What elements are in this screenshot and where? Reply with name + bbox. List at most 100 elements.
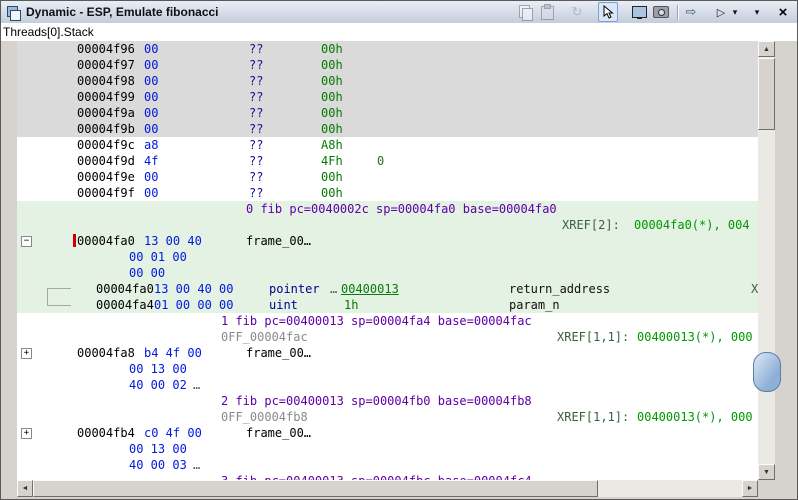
listing-row[interactable]: 00004fa013 00 40 00pointer…00400013retur… [17,281,758,297]
xref-label: XREF[1,1]: [557,329,629,345]
address-link[interactable]: 00400013 [341,281,399,297]
field-name: return_address [509,281,610,297]
bytes: 00 13 00 [129,441,187,457]
expand-toggle[interactable]: + [21,348,32,359]
listing-row[interactable]: 0FF_00004fac XREF[1,1]: 00400013(*), 000 [17,329,758,345]
ellipsis: … [330,281,337,297]
frame-comment: 0 fib pc=0040002c sp=00004fa0 base=00004… [246,201,557,217]
listing-row[interactable]: 00 01 00 [17,249,758,265]
bytes: a8 [144,137,158,153]
listing-row[interactable]: 00004f9700??00h [17,57,758,73]
address: 00004f98 [77,73,135,89]
listing-row[interactable]: 40 00 03… [17,457,758,473]
listing-row[interactable]: +00004fb4c0 4f 00frame_00… [17,425,758,441]
tree-line [47,288,48,306]
panel-menu-caret-icon[interactable]: ▾ [752,3,762,21]
listing-row[interactable]: 00004f9f00??00h [17,185,758,201]
undefined-marker: ?? [249,185,263,201]
xref-address: 00400013(*), 000 [637,329,753,345]
scroll-up-icon[interactable]: ▲ [758,41,775,57]
structure-label: frame_00… [246,233,311,249]
expand-toggle[interactable]: + [21,428,32,439]
run-icon[interactable]: ▷ [712,3,730,21]
address: 00004f97 [77,57,135,73]
listing-row[interactable]: 00004f9600??00h [17,41,758,57]
address: 00004f9e [77,169,135,185]
address: 00004f96 [77,41,135,57]
listing-row[interactable]: XREF[2]:00004fa0(*), 004 [17,217,758,233]
listing-row[interactable]: 0FF_00004fb8XREF[1,1]:00400013(*), 000 [17,409,758,425]
scrollbar-corner [758,480,775,497]
horizontal-scrollbar-thumb[interactable] [33,480,598,497]
listing-row[interactable]: 00004f9ca8??A8h [17,137,758,153]
listing-row[interactable]: 00004f9a00??00h [17,105,758,121]
goto-arrow-icon[interactable]: ⇨ [682,3,700,21]
offset-label: 0FF_00004fac [221,329,308,345]
value: 4Fh [321,153,343,169]
address: 00004f9b [77,121,135,137]
address: 00004f9f [77,185,135,201]
vertical-scrollbar[interactable]: ▲ ▼ [758,41,775,480]
undefined-marker: ?? [249,169,263,185]
stack-listing[interactable]: 00004f9600??00h00004f9700??00h00004f9800… [17,41,758,480]
value: A8h [321,137,343,153]
titlebar[interactable]: Dynamic - ESP, Emulate fibonacci ↻ ⇨ ▷ ▾… [1,1,797,24]
bytes: 40 00 02 [129,377,187,393]
pointer-mode-icon[interactable] [598,2,618,22]
listing-row[interactable]: 00 13 00 [17,441,758,457]
listing-row[interactable]: 00 13 00 [17,361,758,377]
frame-comment: 3 fib pc=00400013 sp=00004fbc base=00004… [221,473,532,480]
bytes: 00 [144,41,158,57]
listing-row[interactable]: 40 00 02 … [17,377,758,393]
listing-row[interactable]: 00004f9b00??00h [17,121,758,137]
listing-row[interactable]: +00004fa8b4 4f 00frame_00… [17,345,758,361]
bytes: 00 [144,121,158,137]
listing-row[interactable]: 2 fib pc=00400013 sp=00004fb0 base=00004… [17,393,758,409]
display-icon[interactable] [630,3,648,21]
bytes: 40 00 03 [129,457,187,473]
scroll-left-icon[interactable]: ◄ [17,480,33,497]
ellipsis: … [193,377,200,393]
datatype: uint [269,297,298,313]
listing-row[interactable]: 1 fib pc=00400013 sp=00004fa4 base=00004… [17,313,758,329]
bytes: 00 [144,105,158,121]
tree-line [47,305,71,306]
listing-row[interactable]: 00004fa401 00 00 00uint1hparam_n [17,297,758,313]
camera-icon[interactable] [652,3,670,21]
listing-row[interactable]: 0 fib pc=0040002c sp=00004fa0 base=00004… [17,201,758,217]
listing-row[interactable]: 00004f9800??00h [17,73,758,89]
undefined-marker: ?? [249,121,263,137]
horizontal-scrollbar[interactable]: ◄ ► [17,480,758,497]
bytes: 00 [144,185,158,201]
offset-label: 0FF_00004fb8 [221,409,308,425]
value: 00h [321,73,343,89]
address: 00004fb4 [77,425,135,441]
undefined-marker: ?? [249,57,263,73]
scroll-down-icon[interactable]: ▼ [758,464,775,480]
expand-toggle[interactable]: − [21,236,32,247]
listing-row[interactable]: 00 00 [17,265,758,281]
copy-icon[interactable] [516,3,534,21]
scroll-right-icon[interactable]: ► [742,480,758,497]
run-menu-caret-icon[interactable]: ▾ [730,3,740,21]
listing-row[interactable]: 3 fib pc=00400013 sp=00004fbc base=00004… [17,473,758,480]
datatype: pointer [269,281,320,297]
address: 00004f99 [77,89,135,105]
toolbar-separator [677,5,678,20]
frame-comment: 2 fib pc=00400013 sp=00004fb0 base=00004… [221,393,532,409]
address: 00004f9a [77,105,135,121]
refresh-icon[interactable]: ↻ [568,3,586,21]
address: 00004fa8 [77,345,135,361]
listing-row[interactable]: 00004f9e 00?? 00h [17,169,758,185]
vertical-scrollbar-thumb[interactable] [758,58,775,130]
window-icon [5,4,21,20]
value: 1h [344,297,358,313]
listing-row[interactable]: 00004f9900??00h [17,89,758,105]
listing-row[interactable]: −00004fa013 00 40frame_00… [17,233,758,249]
toolbar: ↻ ⇨ ▷ ▾ ▾ × [512,2,792,22]
close-icon[interactable]: × [774,3,792,21]
value: 00h [321,169,343,185]
paste-icon[interactable] [538,3,556,21]
listing-row[interactable]: 00004f9d4f??4Fh0 [17,153,758,169]
bytes: 00 [144,169,158,185]
